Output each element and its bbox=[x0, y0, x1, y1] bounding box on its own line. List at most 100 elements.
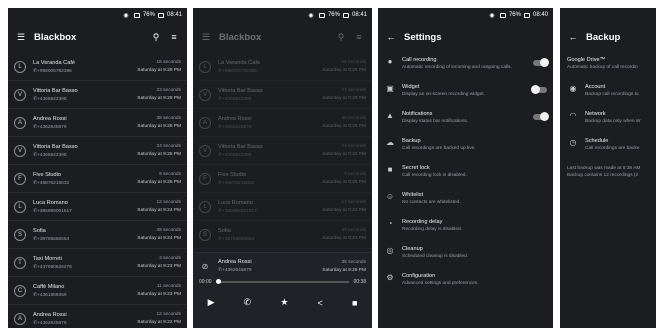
recording-row[interactable]: VVittoria Bar Basso+436584239823 seconds… bbox=[193, 81, 372, 109]
backup-list: Google Drive™ Automatic backup of call re… bbox=[560, 52, 656, 160]
backup-item-subtitle: Automatic backup of call recordin bbox=[567, 65, 638, 70]
person-icon: ☺ bbox=[385, 192, 395, 201]
recording-row[interactable]: L La Veranda Café +998005782396 16 seconds S… bbox=[8, 53, 187, 81]
play-icon[interactable]: ▶ bbox=[208, 297, 215, 308]
recording-row[interactable]: T Taxi Morreti +437690626278 3 seconds Satur… bbox=[8, 249, 187, 277]
recording-duration: 24 seconds bbox=[156, 144, 181, 149]
recording-info: Vittoria Bar Basso +4365842398 bbox=[33, 144, 137, 158]
phone-screen-player: ◉ 76% 08:41 ☰ Blackbox ⚲ ≡ L La Veranda C… bbox=[193, 8, 372, 328]
settings-item[interactable]: ■ Secret lock Call recording lock is disab… bbox=[378, 160, 553, 187]
recording-date: Saturday at 9:26 PM bbox=[322, 124, 366, 129]
sort-icon[interactable]: ≡ bbox=[354, 32, 364, 42]
settings-item[interactable]: ☺ Whitelist No contacts are whitelisted. bbox=[378, 187, 553, 214]
recording-info: Andrea Rossi +4362645879 bbox=[33, 312, 137, 326]
backup-item[interactable]: ◷ Schedule Call recordings are backe bbox=[560, 133, 656, 160]
recording-row[interactable]: A Andrea Rossi +4362645879 38 seconds Saturd… bbox=[8, 109, 187, 137]
recording-row[interactable]: F Five Studio +46876215632 9 seconds Saturda… bbox=[8, 165, 187, 193]
menu-icon[interactable]: ☰ bbox=[16, 32, 26, 42]
recording-row[interactable]: A Andrea Rossi +4362645879 38 seconds Saturd… bbox=[193, 109, 372, 137]
recording-info: Luca Romano +385989001617 bbox=[33, 200, 137, 214]
settings-item[interactable]: ⚙ Configuration Advanced settings and pref… bbox=[378, 268, 553, 295]
share-icon[interactable]: < bbox=[318, 298, 323, 308]
recording-row[interactable]: L Luca Romano +385989001617 12 seconds Satur… bbox=[8, 193, 187, 221]
phone-screen-settings: ◉ 76% 08:40 ← Settings ● Call recording Au… bbox=[378, 8, 553, 328]
recording-date: Saturday at 9:25 PM bbox=[322, 152, 366, 157]
clock-icon: ◷ bbox=[569, 138, 577, 147]
recording-row[interactable]: F Five Studio +46876215632 9 seconds Saturda… bbox=[193, 165, 372, 193]
star-icon[interactable]: ★ bbox=[280, 297, 288, 308]
backup-item[interactable]: ◠ Network Backup data only when W bbox=[560, 106, 656, 133]
contact-number: +4361658459 bbox=[33, 293, 137, 298]
contact-number: +4362645879 bbox=[33, 321, 137, 326]
recording-row[interactable]: C Caffè Milano +4361658459 11 seconds Saturd… bbox=[8, 277, 187, 305]
settings-item-text: Widget Display an on-screen recording wid… bbox=[402, 84, 533, 98]
recording-row[interactable]: VVittoria Bar Basso+436584239823 seconds… bbox=[8, 81, 187, 109]
recording-meta: 24 seconds Saturday at 9:25 PM bbox=[322, 144, 366, 157]
backup-item-title: Account bbox=[585, 84, 606, 90]
recording-date: Saturday at 9:29 PM bbox=[322, 96, 366, 101]
recording-row[interactable]: A Andrea Rossi +4362645879 12 seconds Saturd… bbox=[8, 305, 187, 328]
backup-item-subtitle: Backup data only when W bbox=[585, 119, 641, 124]
settings-item[interactable]: ◎ Cleanup Scheduled cleanup is disabled. bbox=[378, 241, 553, 268]
recording-date: Saturday at 9:29 PM bbox=[322, 68, 366, 73]
backup-item-subtitle: Backup call recordings to bbox=[585, 92, 639, 97]
toggle-knob bbox=[531, 85, 540, 94]
app-bar: ☰ Blackbox ⚲ ≡ bbox=[8, 22, 187, 52]
wifi-icon: ◉ bbox=[489, 12, 495, 19]
recording-row[interactable]: L La Veranda Café +998005782396 16 seconds S… bbox=[193, 53, 372, 81]
back-arrow-icon[interactable]: ← bbox=[568, 32, 578, 42]
recording-duration: 38 seconds bbox=[156, 116, 181, 121]
contact-number: +4365842398 bbox=[218, 153, 322, 158]
status-bar bbox=[560, 8, 656, 22]
backup-info-line: Last backup was made at 8:38 AM bbox=[567, 166, 641, 171]
recording-row[interactable]: L Luca Romano +385989001617 12 seconds Satur… bbox=[193, 193, 372, 221]
contact-number: +4365842398 bbox=[33, 97, 137, 102]
back-arrow-icon[interactable]: ← bbox=[386, 32, 396, 42]
recording-info: Sofia +38765686554 bbox=[33, 228, 137, 242]
app-bar: ← Backup bbox=[560, 22, 656, 52]
contact-number: +46876215632 bbox=[218, 181, 322, 186]
settings-item[interactable]: ◔ Recording delay Recording delay is disab… bbox=[378, 214, 553, 241]
toggle-switch[interactable] bbox=[533, 58, 549, 67]
recording-meta: 12 seconds Saturday at 9:22 PM bbox=[137, 312, 181, 325]
recording-row[interactable]: S Sofia +38765686554 49 seconds Saturday at … bbox=[193, 221, 372, 249]
recording-duration: 38 seconds bbox=[341, 116, 366, 121]
delete-icon[interactable]: ■ bbox=[352, 298, 357, 308]
settings-item[interactable]: ● Call recording Automatic recording of in… bbox=[378, 52, 553, 79]
recording-row[interactable]: S Sofia +38765686554 49 seconds Saturday at … bbox=[8, 221, 187, 249]
recording-row[interactable]: VVittoria Bar Basso+436584239824 seconds… bbox=[193, 137, 372, 165]
call-icon[interactable]: ✆ bbox=[244, 297, 252, 308]
seek-knob[interactable] bbox=[215, 279, 221, 284]
recording-duration: 11 seconds bbox=[156, 284, 181, 289]
sort-icon[interactable]: ≡ bbox=[169, 32, 179, 42]
recording-meta: 12 seconds Saturday at 9:24 PM bbox=[137, 200, 181, 213]
backup-item[interactable]: ◉ Account Backup call recordings to bbox=[560, 79, 656, 106]
contact-name: Andrea Rossi bbox=[33, 115, 67, 122]
backup-info: Last backup was made at 8:38 AM Backup co… bbox=[560, 160, 656, 185]
contact-name: Five Studio bbox=[218, 171, 246, 178]
search-icon[interactable]: ⚲ bbox=[151, 32, 161, 42]
contact-avatar: V bbox=[199, 88, 211, 101]
settings-item-text: Backup Call recordings are backed up live… bbox=[402, 138, 547, 152]
toggle-switch[interactable] bbox=[533, 112, 549, 121]
menu-icon[interactable]: ☰ bbox=[201, 32, 211, 42]
settings-item-title: Whitelist bbox=[402, 192, 424, 198]
settings-item[interactable]: ☁ Backup Call recordings are backed up liv… bbox=[378, 133, 553, 160]
backup-title: Backup bbox=[586, 31, 621, 43]
seek-bar[interactable] bbox=[215, 279, 350, 284]
contact-avatar: L bbox=[14, 200, 26, 213]
settings-item[interactable]: ▣ Widget Display an on-screen recording wi… bbox=[378, 79, 553, 106]
contact-number: +4362645879 bbox=[33, 125, 137, 130]
cloud-icon: ☁ bbox=[386, 138, 394, 147]
backup-item[interactable]: Google Drive™ Automatic backup of call re… bbox=[560, 52, 656, 79]
recording-info: Caffè Milano +4361658459 bbox=[33, 284, 137, 298]
toggle-switch[interactable] bbox=[531, 85, 547, 94]
recording-row[interactable]: VVittoria Bar Basso+436584239824 seconds… bbox=[8, 137, 187, 165]
settings-item[interactable]: ▲ Notifications Display status bar notific… bbox=[378, 106, 553, 133]
recording-duration: 12 seconds bbox=[341, 200, 366, 205]
player-panel: ⊘ Andrea Rossi +4362645879 38 seconds Sa… bbox=[193, 252, 372, 328]
recording-meta: 3 seconds Saturday at 9:23 PM bbox=[137, 256, 181, 269]
widget-icon: ▣ bbox=[386, 84, 394, 93]
search-icon[interactable]: ⚲ bbox=[336, 32, 346, 42]
contact-name: Sofia bbox=[33, 227, 46, 234]
